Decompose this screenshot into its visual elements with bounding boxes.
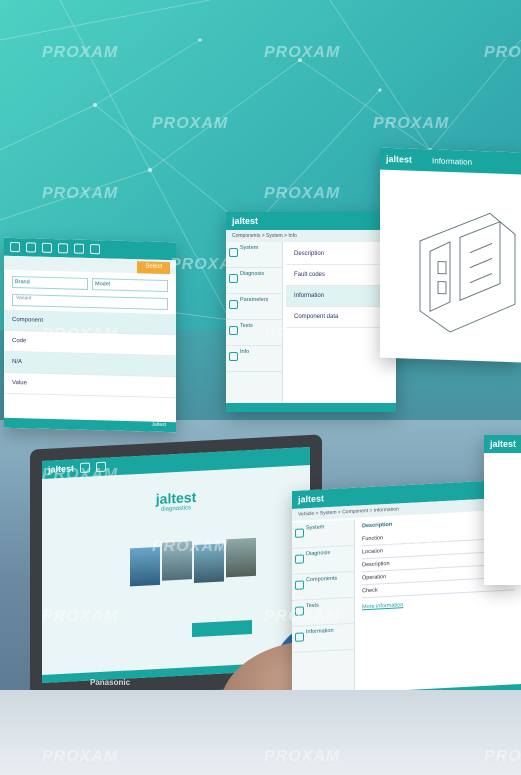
watermark: PROXAM — [264, 326, 341, 343]
watermark: PROXAM — [264, 748, 341, 765]
watermark: PROXAM — [373, 538, 450, 555]
screen-actions[interactable] — [192, 620, 252, 638]
breadcrumb: Components > System > Info — [226, 230, 396, 242]
brand-logo: jaltest — [298, 493, 325, 505]
watermark: PROXAM — [264, 185, 341, 202]
list-item[interactable]: Component data — [286, 307, 392, 328]
close-icon[interactable] — [90, 244, 100, 255]
help-icon[interactable] — [74, 243, 84, 254]
settings-icon[interactable] — [58, 243, 68, 254]
menu-item[interactable]: Information — [292, 623, 354, 654]
list-item[interactable]: Information — [286, 286, 392, 307]
watermark: PROXAM — [42, 326, 119, 343]
center-app-panel: jaltest Components > System > Info Syste… — [226, 212, 396, 412]
toolbar: jaltest — [226, 212, 396, 230]
menu-item[interactable]: Parameters — [226, 294, 282, 320]
brand-field[interactable]: Brand — [12, 275, 88, 290]
laptop-brand: Panasonic — [90, 678, 131, 687]
info-title: Information — [432, 155, 473, 167]
screen-logo: jaltest diagnostics — [155, 488, 197, 513]
watermark: PROXAM — [42, 466, 119, 483]
menu-item[interactable]: System — [292, 519, 354, 550]
right-partial-panel: jaltest — [484, 435, 521, 585]
select-button[interactable]: Select — [137, 261, 170, 275]
list-item[interactable]: Value — [4, 372, 176, 399]
brand-logo: jaltest — [386, 153, 413, 165]
status-bar — [226, 403, 396, 412]
watermark: PROXAM — [264, 608, 341, 625]
save-icon[interactable] — [42, 242, 52, 254]
vehicle-tile-engine[interactable] — [226, 537, 256, 578]
watermark: PROXAM — [264, 44, 341, 61]
menu-item[interactable]: System — [226, 242, 282, 268]
home-icon[interactable] — [10, 241, 20, 253]
watermark: PROXAM — [42, 44, 119, 61]
print-icon[interactable] — [26, 242, 36, 253]
watermark: PROXAM — [152, 115, 229, 132]
menu-item[interactable]: Info — [226, 346, 282, 372]
model-field[interactable]: Model — [92, 278, 168, 293]
watermark: PROXAM — [152, 538, 229, 555]
watermark: PROXAM — [42, 748, 119, 765]
brand-logo: jaltest — [490, 439, 517, 449]
menu-item[interactable]: Diagnosis — [292, 545, 354, 576]
menu-item[interactable]: Components — [292, 571, 354, 602]
watermark: PROXAM — [484, 185, 521, 202]
watermark: PROXAM — [484, 748, 521, 765]
brand-logo: jaltest — [232, 216, 259, 226]
menu-item[interactable]: Diagnosis — [226, 268, 282, 294]
toolbar: jaltest — [484, 435, 521, 453]
watermark: PROXAM — [42, 185, 119, 202]
watermark: PROXAM — [373, 115, 450, 132]
watermark: PROXAM — [484, 44, 521, 61]
watermark: PROXAM — [484, 326, 521, 343]
watermark: PROXAM — [42, 608, 119, 625]
watermark: PROXAM — [484, 608, 521, 625]
